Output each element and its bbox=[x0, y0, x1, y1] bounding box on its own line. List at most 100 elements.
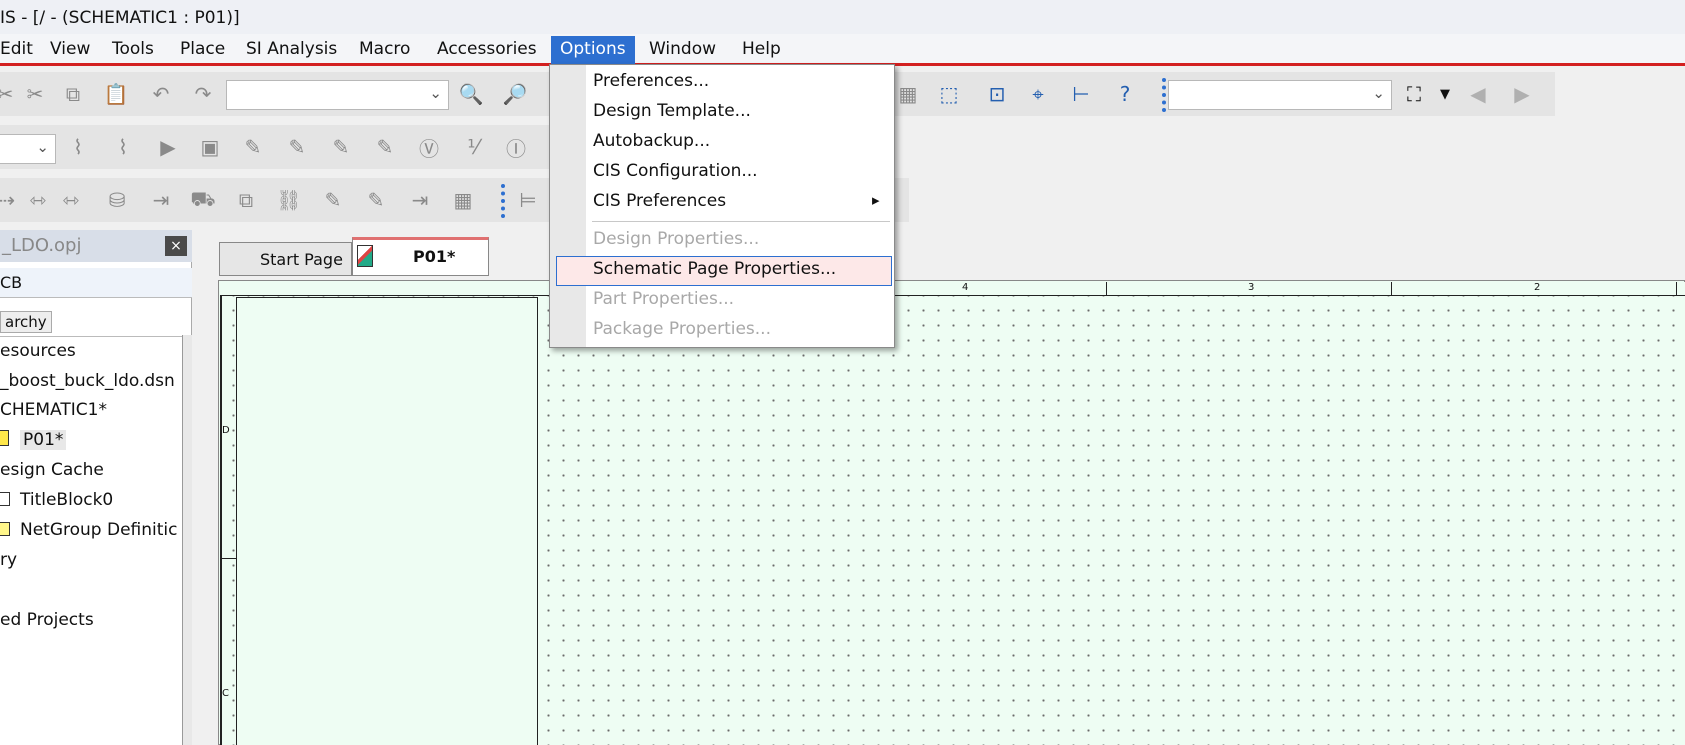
ruler-label: 3 bbox=[1248, 282, 1255, 293]
close-icon[interactable]: × bbox=[165, 236, 187, 256]
sim-edit-icon[interactable]: ⌇ bbox=[110, 134, 136, 160]
border-ruler: 4 3 2 bbox=[220, 282, 1685, 296]
menu-tools[interactable]: Tools bbox=[103, 36, 163, 64]
menu-item-cis-configuration[interactable]: CIS Configuration... bbox=[593, 161, 758, 181]
menu-bar: Edit View Tools Place SI Analysis Macro … bbox=[0, 34, 1685, 66]
redo-icon[interactable]: ↷ bbox=[190, 81, 216, 107]
tree-item-p01[interactable]: P01* bbox=[20, 430, 67, 450]
menu-item-schematic-page-properties[interactable]: Schematic Page Properties... bbox=[593, 259, 836, 279]
help-icon[interactable]: ? bbox=[1112, 81, 1138, 107]
ruler-tick bbox=[1676, 282, 1677, 296]
menu-options[interactable]: Options bbox=[551, 36, 635, 64]
profile-combo[interactable]: ⌄ bbox=[0, 134, 56, 164]
tree-item-library[interactable]: ry bbox=[0, 550, 17, 570]
select-icon[interactable]: ⌖ bbox=[1025, 81, 1051, 107]
run-icon[interactable]: ▶ bbox=[155, 134, 181, 160]
toolbar-grip[interactable] bbox=[1162, 78, 1166, 112]
results-icon[interactable]: ▣ bbox=[197, 134, 223, 160]
ruler-label: 4 bbox=[962, 282, 969, 293]
binoculars-icon[interactable]: ⛶ bbox=[1401, 81, 1427, 107]
probe-3-icon[interactable]: ✎ bbox=[372, 134, 398, 160]
tree-item-design-cache[interactable]: esign Cache bbox=[0, 460, 104, 480]
submenu-arrow-icon: ▸ bbox=[872, 191, 880, 209]
chevron-down-icon: ⌄ bbox=[36, 138, 49, 156]
chevron-down-icon: ⌄ bbox=[1372, 84, 1385, 102]
net-2-icon[interactable]: ⇿ bbox=[25, 187, 51, 213]
title-block-area bbox=[236, 297, 538, 745]
voltage-icon[interactable]: Ⓥ bbox=[416, 134, 442, 161]
net-3-icon[interactable]: ⇿ bbox=[58, 187, 84, 213]
undo-icon[interactable]: ↶ bbox=[148, 81, 174, 107]
probe-icon[interactable]: ✎ bbox=[240, 134, 266, 160]
link-icon[interactable]: ⛓ bbox=[276, 187, 302, 213]
chevron-down-icon: ⌄ bbox=[429, 84, 442, 102]
toolbar-grip[interactable] bbox=[501, 184, 505, 218]
copy-icon[interactable]: ⧉ bbox=[60, 81, 86, 107]
table-icon[interactable]: ▦ bbox=[450, 187, 476, 213]
net-icon[interactable]: ⇢ bbox=[0, 187, 20, 213]
export-icon[interactable]: ⇥ bbox=[407, 187, 433, 213]
prev-icon[interactable]: ◀ bbox=[1465, 81, 1491, 107]
project-panel-header: _LDO.opj bbox=[0, 230, 192, 262]
part-combo[interactable]: ⌄ bbox=[226, 80, 449, 110]
ruler-label: 2 bbox=[1534, 282, 1541, 293]
probe-2-icon[interactable]: ✎ bbox=[328, 134, 354, 160]
next-icon[interactable]: ▶ bbox=[1509, 81, 1535, 107]
menu-place[interactable]: Place bbox=[171, 36, 234, 64]
db-icon[interactable]: ⛁ bbox=[104, 187, 130, 213]
edit-icon[interactable]: ✎ bbox=[320, 187, 346, 213]
toolbar-simulation: ⌄ ⌇ ⌇ ▶ ▣ ✎ ✎ ✎ ✎ Ⓥ ⅟ Ⓘ bbox=[0, 125, 560, 169]
menu-item-preferences[interactable]: Preferences... bbox=[593, 71, 709, 91]
tree-item-titleblock[interactable]: TitleBlock0 bbox=[20, 490, 113, 510]
view-tab-row: archy bbox=[0, 307, 190, 337]
tree-item-outputs[interactable]: ed Projects bbox=[0, 610, 94, 630]
grid-icon[interactable]: ▦ bbox=[895, 81, 921, 107]
menu-macro[interactable]: Macro bbox=[350, 36, 419, 64]
menu-window[interactable]: Window bbox=[640, 36, 725, 64]
place-db-icon[interactable]: ⇥ bbox=[148, 187, 174, 213]
area-select-icon[interactable]: ⬚ bbox=[936, 81, 962, 107]
panel-tab-row: CB bbox=[0, 268, 192, 298]
menu-separator bbox=[592, 221, 890, 222]
tree-item-resources[interactable]: esources bbox=[0, 341, 76, 361]
menu-item-part-properties[interactable]: Part Properties... bbox=[593, 289, 734, 309]
current-icon[interactable]: Ⓘ bbox=[503, 134, 529, 161]
tree-item-dsn[interactable]: _boost_buck_ldo.dsn bbox=[0, 371, 175, 391]
zoom-in-icon[interactable]: 🔍 bbox=[458, 81, 484, 107]
menu-edit[interactable]: Edit bbox=[0, 36, 42, 64]
menu-item-package-properties[interactable]: Package Properties... bbox=[593, 319, 771, 339]
voltage-diff-icon[interactable]: ⅟ bbox=[460, 134, 486, 160]
ruler-tick bbox=[1106, 282, 1107, 296]
panel-tab-pcb[interactable]: CB bbox=[0, 273, 22, 292]
cart-icon[interactable]: ⛟ bbox=[190, 187, 216, 213]
window-title: IS - [/ - (SCHEMATIC1 : P01)] bbox=[0, 8, 240, 28]
menu-item-design-properties[interactable]: Design Properties... bbox=[593, 229, 759, 249]
menu-view[interactable]: View bbox=[41, 36, 99, 64]
cut-icon[interactable]: ✂ bbox=[0, 81, 18, 107]
snap-icon[interactable]: ⊡ bbox=[984, 81, 1010, 107]
search-combo[interactable]: ⌄ bbox=[1168, 80, 1392, 110]
zoom-out-icon[interactable]: 🔎 bbox=[502, 81, 528, 107]
menu-item-autobackup[interactable]: Autobackup... bbox=[593, 131, 710, 151]
hierarchy-icon[interactable]: ⊢ bbox=[1068, 81, 1094, 107]
menu-si-analysis[interactable]: SI Analysis bbox=[237, 36, 346, 64]
tab-start-page[interactable]: Start Page bbox=[219, 242, 352, 276]
menu-item-cis-preferences[interactable]: CIS Preferences bbox=[593, 191, 726, 211]
edit-2-icon[interactable]: ✎ bbox=[363, 187, 389, 213]
schematic-page-icon bbox=[357, 245, 373, 267]
cut-icon-2[interactable]: ✂ bbox=[22, 81, 48, 107]
menu-accessories[interactable]: Accessories bbox=[428, 36, 546, 64]
tree-item-netgroup[interactable]: NetGroup Definitic bbox=[20, 520, 184, 540]
caret-down-icon[interactable]: ▼ bbox=[1432, 81, 1458, 107]
menu-help[interactable]: Help bbox=[733, 36, 790, 64]
probe-plus-icon[interactable]: ✎ bbox=[284, 134, 310, 160]
copy-part-icon[interactable]: ⧉ bbox=[233, 187, 259, 213]
menu-item-design-template[interactable]: Design Template... bbox=[593, 101, 751, 121]
tree-item-schematic[interactable]: CHEMATIC1* bbox=[0, 400, 107, 420]
paste-icon[interactable]: 📋 bbox=[103, 81, 129, 107]
tab-hierarchy[interactable]: archy bbox=[0, 311, 52, 333]
panel-scrollbar[interactable] bbox=[182, 335, 192, 745]
sim-new-icon[interactable]: ⌇ bbox=[65, 134, 91, 160]
title-bar: IS - [/ - (SCHEMATIC1 : P01)] bbox=[0, 0, 1685, 34]
align-icon[interactable]: ⊨ bbox=[515, 187, 541, 213]
